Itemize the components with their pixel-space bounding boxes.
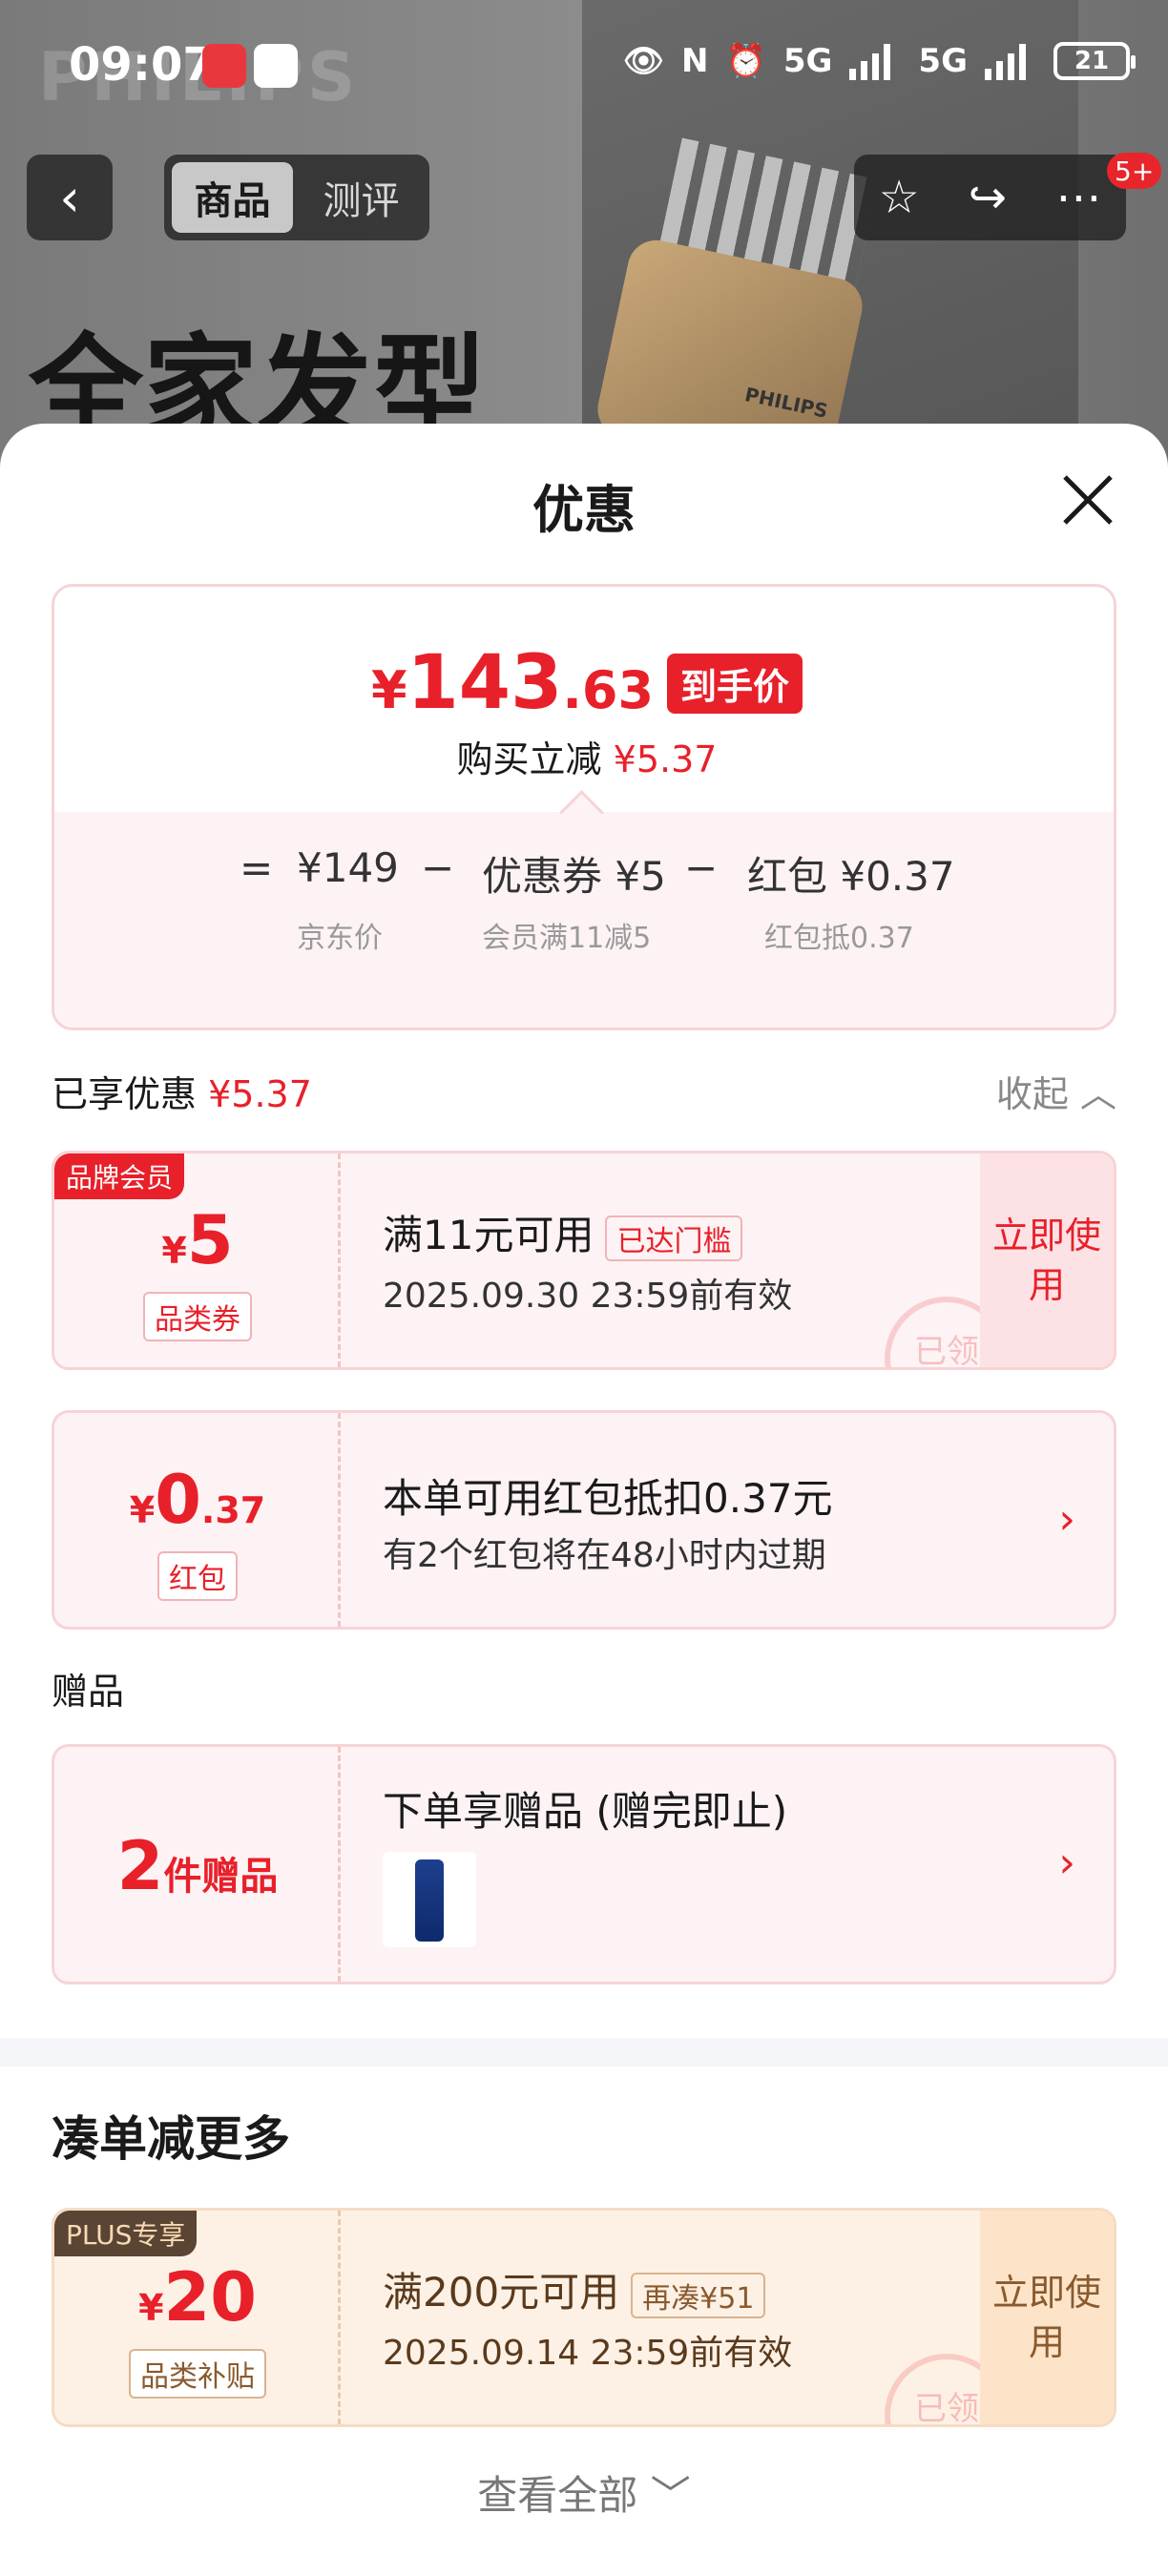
signal-icon: [849, 42, 901, 80]
notification-app-icon: [202, 44, 246, 88]
reduce-line: 购买立减 ¥5.37: [54, 730, 1114, 782]
gift-count-value: 2: [116, 1827, 164, 1905]
coupon-amount: 优惠券 ¥5: [482, 853, 666, 900]
network-label: 5G: [782, 42, 833, 80]
use-now-label: 立即使用: [991, 2272, 1101, 2363]
minus-sign: −: [421, 844, 455, 891]
message-badge: 5+: [1107, 153, 1162, 189]
reduce-value: ¥5.37: [613, 738, 718, 780]
enjoyed-value: ¥5.37: [208, 1073, 312, 1115]
eye-icon: 👁: [622, 42, 665, 80]
gift-card[interactable]: 2件赠品 下单享赠品 (赠完即止) ›: [52, 1744, 1116, 1984]
discount-sheet: 优惠 ¥ 143 .63 到手价 购买立减 ¥5.37 = ¥149 京东价 −…: [0, 424, 1168, 2576]
minus-sign-2: −: [684, 844, 719, 891]
redpacket-amount-int: 0: [155, 1461, 201, 1539]
redpacket-expiry-note: 有2个红包将在48小时内过期: [383, 1536, 826, 1575]
network-label-2: 5G: [918, 42, 968, 80]
signal-icon-2: [985, 42, 1036, 80]
gift-count-unit: 件赠品: [163, 1855, 279, 1899]
plus-exclusive-coupon: PLUS专享 ¥20 品类补贴 满200元可用 再凑¥51 2025.09.14 …: [52, 2208, 1116, 2427]
plus-coupon-kind: 品类补贴: [129, 2349, 266, 2399]
chevron-down-icon: ﹀: [650, 2472, 691, 2519]
coupon-amount-display: ¥5: [54, 1201, 341, 1279]
plus-coupon-yen: ¥: [138, 2287, 164, 2329]
nav-actions: ☆ ↪ ⋯: [854, 155, 1126, 240]
coupon-kind: 品类券: [143, 1292, 252, 1341]
close-icon[interactable]: [1059, 471, 1116, 529]
battery-level: 21: [1074, 47, 1110, 75]
plus-coupon-expiry: 2025.09.14 23:59前有效: [383, 2334, 793, 2373]
enjoyed-label: 已享优惠: [52, 1073, 198, 1115]
more-savings-title: 凑单减更多: [52, 2111, 290, 2167]
jd-price-label: 京东价: [297, 922, 383, 955]
use-now-label: 立即使用: [991, 1215, 1101, 1306]
status-icons: 👁 N ⏰ 5G 5G 21: [622, 42, 1136, 80]
alarm-icon: ⏰: [725, 42, 766, 80]
price-breakdown: = ¥149 京东价 − 优惠券 ¥5 会员满11减5 − 红包 ¥0.37 红…: [54, 812, 1114, 1028]
view-all-button[interactable]: 查看全部 ﹀: [0, 2463, 1168, 2522]
section-divider: [0, 2038, 1168, 2067]
use-now-button[interactable]: 立即使用: [980, 1153, 1114, 1367]
chevron-right-icon: ›: [1058, 1839, 1075, 1887]
amount-needed-badge: 再凑¥51: [631, 2272, 766, 2318]
gift-count: 2件赠品: [54, 1827, 341, 1905]
coupon-yen: ¥: [161, 1230, 187, 1272]
redpacket-amount-dec: .37: [200, 1489, 266, 1531]
battery-icon: 21: [1053, 42, 1136, 80]
tab-review[interactable]: 测评: [301, 162, 422, 233]
chevron-up-icon: ︿: [1079, 1073, 1116, 1115]
price-integer: 143: [407, 640, 563, 726]
nav-tabs: 商品 测评: [164, 155, 429, 240]
collapse-toggle[interactable]: 收起 ︿: [996, 1065, 1116, 1117]
redpacket-yen: ¥: [129, 1489, 156, 1531]
equals-sign: =: [240, 844, 274, 891]
enjoyed-discount: 已享优惠 ¥5.37: [52, 1065, 312, 1117]
final-price: ¥ 143 .63 到手价: [54, 640, 1114, 726]
gift-title: 下单享赠品 (赠完即止): [383, 1788, 788, 1835]
favorite-star-icon[interactable]: ☆: [879, 171, 920, 224]
coupon-amount-value: 5: [186, 1201, 234, 1279]
plus-coupon-amount: ¥20: [54, 2258, 341, 2337]
reduce-label: 购买立减: [456, 738, 602, 780]
nfc-icon: N: [681, 42, 709, 80]
gift-thumbnail: [383, 1852, 476, 1947]
chevron-left-icon: ‹: [59, 167, 80, 228]
status-time: 09:07: [69, 38, 215, 92]
redpacket-label: 红包抵0.37: [764, 922, 914, 955]
notification-app-icon-2: [254, 44, 298, 88]
coupon-corner-tag: 品牌会员: [54, 1153, 185, 1199]
redpacket-condition: 本单可用红包抵扣0.37元: [383, 1475, 833, 1522]
plus-coupon-condition: 满200元可用: [383, 2269, 620, 2316]
price-currency: ¥: [370, 660, 407, 720]
sheet-title: 优惠: [532, 480, 636, 540]
threshold-reached-badge: 已达门槛: [605, 1215, 743, 1261]
final-price-card: ¥ 143 .63 到手价 购买立减 ¥5.37 = ¥149 京东价 − 优惠…: [52, 584, 1116, 1030]
plus-coupon-condition-line: 满200元可用 再凑¥51: [383, 2260, 766, 2318]
tab-product[interactable]: 商品: [172, 162, 293, 233]
brand-member-coupon: 品牌会员 ¥5 品类券 满11元可用 已达门槛 2025.09.30 23:59前…: [52, 1151, 1116, 1370]
more-icon[interactable]: ⋯: [1055, 171, 1101, 224]
final-price-tag: 到手价: [667, 653, 803, 714]
shampoo-bottle-image: [415, 1859, 444, 1942]
plus-corner-tag: PLUS专享: [54, 2211, 198, 2256]
redpacket-amount-display: ¥0.37: [54, 1461, 341, 1539]
chevron-right-icon: ›: [1058, 1495, 1075, 1544]
view-all-label: 查看全部: [477, 2472, 638, 2519]
plus-coupon-value: 20: [163, 2258, 257, 2337]
status-bar: 09:07 👁 N ⏰ 5G 5G 21: [0, 0, 1168, 134]
coupon-condition-line: 满11元可用 已达门槛: [383, 1203, 743, 1261]
share-icon[interactable]: ↪: [969, 171, 1007, 224]
redpacket-coupon[interactable]: ¥0.37 红包 本单可用红包抵扣0.37元 有2个红包将在48小时内过期 ›: [52, 1410, 1116, 1630]
coupon-condition: 满11元可用: [383, 1212, 594, 1258]
back-button[interactable]: ‹: [27, 155, 113, 240]
jd-price: ¥149: [297, 844, 399, 891]
redpacket-kind: 红包: [157, 1551, 238, 1601]
gift-section-label: 赠品: [52, 1671, 125, 1713]
use-now-button[interactable]: 立即使用: [980, 2211, 1114, 2424]
coupon-expiry: 2025.09.30 23:59前有效: [383, 1277, 793, 1316]
collapse-label: 收起: [995, 1073, 1069, 1115]
coupon-amount-label: 会员满11减5: [482, 922, 652, 955]
redpacket-amount: 红包 ¥0.37: [747, 853, 955, 900]
price-decimal: .63: [562, 660, 655, 720]
